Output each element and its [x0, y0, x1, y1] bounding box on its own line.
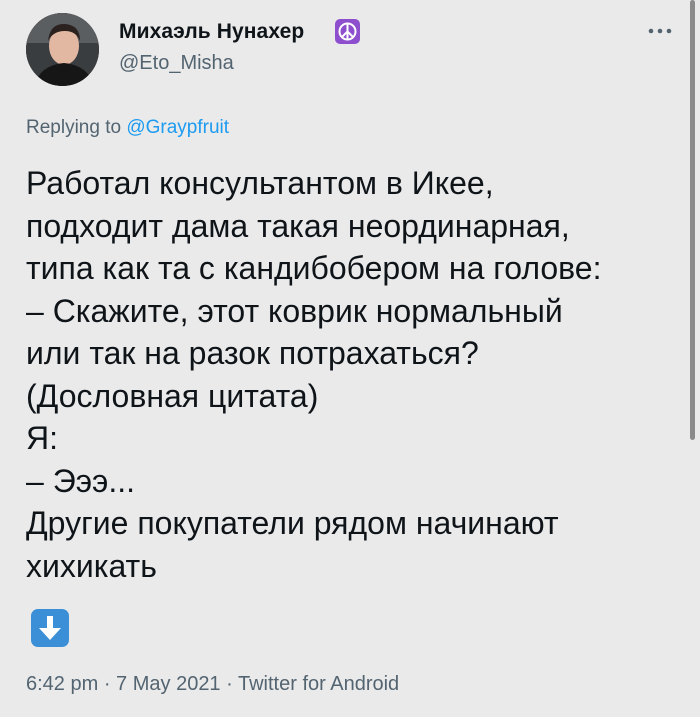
author-display-name[interactable]: Михаэль Нунахер — [119, 20, 304, 44]
more-options-icon[interactable] — [642, 16, 678, 46]
tweet-line: подходит дама такая неординарная, — [26, 207, 570, 244]
tweet-text: Работал консультантом в Икее, подходит д… — [26, 162, 686, 587]
reply-handle-link[interactable]: @Graypfruit — [126, 117, 229, 138]
tweet-meta: 6:42 pm · 7 May 2021 · Twitter for Andro… — [26, 673, 399, 696]
replying-to-label: Replying to — [26, 117, 127, 138]
scrollbar[interactable] — [690, 0, 695, 440]
avatar[interactable] — [26, 13, 99, 86]
tweet-line: Работал консультантом в Икее, — [26, 165, 494, 201]
down-arrow-icon — [30, 608, 70, 648]
peace-sign-icon — [335, 19, 360, 44]
tweet: Михаэль Нунахер @Eto_Misha Replying to @… — [0, 0, 700, 717]
avatar-image — [26, 13, 99, 86]
tweet-source[interactable]: Twitter for Android — [238, 673, 399, 695]
tweet-line: хихикать — [26, 547, 157, 584]
tweet-line: – Скажите, этот коврик нормальный — [26, 292, 563, 329]
tweet-time[interactable]: 6:42 pm — [26, 673, 98, 695]
tweet-line: или так на разок потрахаться? — [26, 335, 479, 371]
tweet-line: Я: — [26, 420, 58, 456]
tweet-line: Другие покупатели рядом начинают — [26, 505, 559, 541]
tweet-line: – Эээ... — [26, 462, 136, 499]
tweet-line: типа как та с кандибобером на голове: — [26, 250, 602, 286]
meta-separator: · — [220, 673, 238, 695]
author-username[interactable]: @Eto_Misha — [119, 52, 234, 75]
meta-separator: · — [98, 673, 117, 695]
replying-to-line: Replying to @Graypfruit — [26, 117, 229, 139]
tweet-date[interactable]: 7 May 2021 — [116, 673, 221, 695]
tweet-line: (Дословная цитата) — [26, 377, 319, 414]
